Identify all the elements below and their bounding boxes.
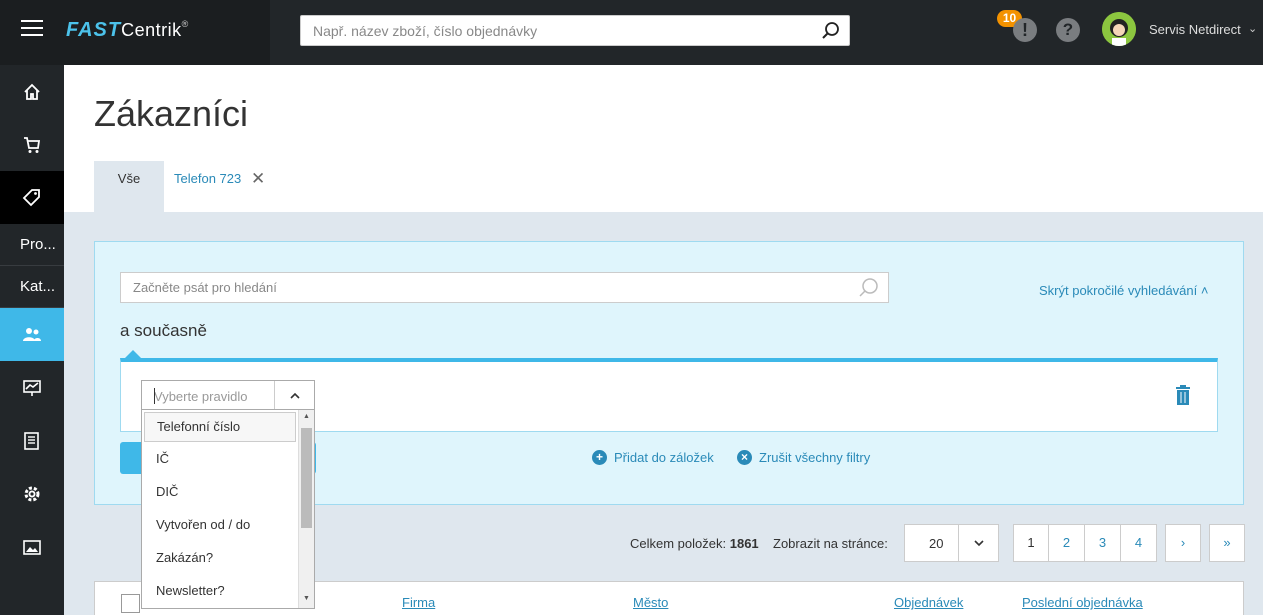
sidebar-item-kat[interactable]: Kat... [0, 266, 64, 308]
and-label: a současně [120, 321, 207, 340]
dropdown-option[interactable]: DIČ [142, 475, 297, 508]
home-icon [24, 83, 40, 100]
column-header-objednavek[interactable]: Objednávek [894, 595, 963, 610]
page-button-3[interactable]: 3 [1085, 524, 1121, 562]
last-page-button[interactable]: » [1209, 524, 1245, 562]
users-icon [23, 327, 41, 341]
logo-centrik: Centrik [121, 20, 182, 40]
pagination: 1 2 3 4 › » [1013, 524, 1245, 562]
clear-filters-link[interactable]: × Zrušit všechny filtry [737, 450, 870, 465]
x-circle-icon: × [737, 450, 752, 465]
dropdown-option[interactable]: IČ [142, 442, 297, 475]
logo-registered: ® [181, 19, 189, 29]
sidebar-item-products[interactable] [0, 171, 64, 224]
per-page-toggle[interactable] [958, 525, 998, 561]
page-button-4[interactable]: 4 [1121, 524, 1157, 562]
avatar[interactable] [1102, 12, 1136, 46]
rule-select-toggle[interactable] [274, 381, 314, 411]
notification-icon[interactable]: ! [1013, 18, 1037, 42]
rule-dropdown-list: Telefonní číslo IČ DIČ Vytvořen od / do … [141, 409, 315, 609]
per-page-label: Zobrazit na stránce: [773, 536, 888, 551]
filter-search-input[interactable] [121, 273, 841, 302]
search-icon[interactable] [821, 21, 841, 41]
scrollbar-thumb[interactable] [301, 428, 312, 528]
total-value: 1861 [729, 536, 759, 551]
select-all-checkbox[interactable] [121, 594, 140, 613]
plus-circle-icon: + [592, 450, 607, 465]
text-caret [154, 388, 155, 404]
hide-advanced-search-link[interactable]: Skrýt pokročilé vyhledávání ˄ [1039, 283, 1208, 298]
help-icon[interactable]: ? [1056, 18, 1080, 42]
sidebar-item-customers[interactable] [0, 308, 64, 361]
hamburger-menu-icon[interactable] [21, 20, 43, 38]
dropdown-option[interactable]: Zakázán? [142, 541, 297, 574]
column-header-firma[interactable]: Firma [402, 595, 435, 610]
total-label: Celkem položek: [630, 536, 727, 551]
tab-saved-filter[interactable]: Telefon 723 [174, 171, 241, 186]
page-header: Zákazníci Vše Telefon 723 ✕ [64, 65, 1263, 212]
add-bookmark-link[interactable]: + Přidat do záložek [592, 450, 714, 465]
chevron-up-icon [289, 392, 300, 399]
logo-fast: FAST [66, 19, 122, 41]
global-search-input[interactable] [301, 16, 801, 45]
sidebar-item-stats[interactable] [0, 361, 64, 414]
user-menu-chevron-icon[interactable]: ⌄ [1248, 22, 1257, 35]
page-button-2[interactable]: 2 [1049, 524, 1085, 562]
per-page-value: 20 [929, 536, 944, 551]
chevron-down-icon [973, 540, 984, 547]
next-page-button[interactable]: › [1165, 524, 1201, 562]
trash-icon[interactable] [1175, 385, 1191, 405]
sidebar: Pro... Kat... [0, 65, 64, 615]
page-title: Zákazníci [94, 93, 249, 134]
rule-select[interactable] [141, 380, 315, 412]
global-search [300, 15, 850, 46]
close-icon[interactable]: ✕ [251, 169, 265, 189]
sidebar-item-home[interactable] [0, 65, 64, 118]
document-icon [24, 431, 39, 450]
clear-filters-label: Zrušit všechny filtry [759, 450, 871, 465]
image-icon [23, 539, 41, 555]
chart-icon [23, 379, 41, 396]
tag-icon [22, 188, 40, 206]
sidebar-item-content[interactable] [0, 414, 64, 467]
brand-area: FASTCentrik® [0, 0, 270, 65]
dropdown-option[interactable]: Vytvořen od / do [142, 508, 297, 541]
tab-all[interactable]: Vše [94, 161, 164, 212]
user-name[interactable]: Servis Netdirect [1149, 22, 1241, 37]
avatar-face-icon [1102, 12, 1136, 46]
column-header-mesto[interactable]: Město [633, 595, 668, 610]
page-button-1[interactable]: 1 [1013, 524, 1049, 562]
total-items: Celkem položek: 1861 [630, 536, 759, 551]
sidebar-item-pro[interactable]: Pro... [0, 224, 64, 266]
column-header-posledni-objednavka[interactable]: Poslední objednávka [1022, 595, 1143, 610]
dropdown-scrollbar[interactable]: ▲ ▼ [298, 410, 314, 608]
sidebar-item-orders[interactable] [0, 118, 64, 171]
add-bookmark-label: Přidat do záložek [614, 450, 714, 465]
filter-search [120, 272, 889, 303]
dropdown-option[interactable]: Newsletter? [142, 574, 297, 607]
rule-select-input[interactable] [142, 381, 272, 411]
sidebar-item-settings[interactable] [0, 467, 64, 520]
per-page-select[interactable]: 20 [904, 524, 999, 562]
top-bar: FASTCentrik® 10 ! ? Servis Netdirect ⌄ [0, 0, 1263, 65]
sidebar-item-gallery[interactable] [0, 520, 64, 573]
gear-icon [24, 486, 40, 501]
cart-icon [24, 136, 41, 153]
search-icon[interactable] [858, 277, 880, 299]
scroll-up-icon[interactable]: ▲ [303, 413, 310, 420]
rule-box-notch [125, 350, 141, 358]
scroll-down-icon[interactable]: ▼ [303, 595, 310, 602]
logo[interactable]: FASTCentrik® [66, 19, 189, 42]
dropdown-option[interactable]: Telefonní číslo [144, 412, 296, 442]
